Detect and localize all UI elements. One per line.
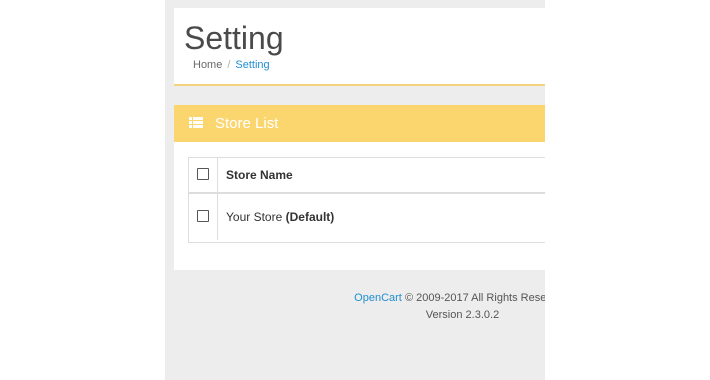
store-table: Store Name Your Store (Default) — [188, 157, 545, 243]
select-all-cell — [189, 158, 218, 192]
page-title: Setting — [184, 20, 284, 56]
list-icon — [189, 117, 203, 128]
panel-title: Store List — [215, 115, 279, 132]
table-header-row: Store Name — [189, 158, 545, 194]
breadcrumb: Home / Setting — [193, 59, 270, 71]
footer-version: Version 2.3.0.2 — [425, 309, 500, 321]
admin-viewport: Setting Home / Setting Store List Store Na… — [165, 0, 545, 380]
column-header-store-name[interactable]: Store Name — [226, 168, 293, 182]
store-name: Your Store — [226, 210, 283, 224]
opencart-link[interactable]: OpenCart — [354, 292, 402, 304]
row-select-checkbox[interactable] — [197, 210, 209, 222]
footer-copyright-line: OpenCart © 2009-2017 All Rights Reserved… — [165, 290, 545, 307]
row-select-cell — [189, 194, 218, 240]
page-header: Setting Home / Setting — [174, 8, 545, 86]
breadcrumb-setting-link[interactable]: Setting — [235, 59, 269, 71]
store-name-cell: Your Store (Default) — [226, 210, 334, 224]
footer: OpenCart © 2009-2017 All Rights Reserved… — [165, 290, 545, 324]
store-list-panel: Store List Store Name Your Store (Defaul… — [174, 105, 545, 270]
select-all-checkbox[interactable] — [197, 168, 209, 180]
footer-copyright: © 2009-2017 All Rights Reserved. — [404, 292, 545, 304]
panel-heading: Store List — [174, 105, 545, 142]
breadcrumb-home-link[interactable]: Home — [193, 59, 222, 71]
breadcrumb-separator: / — [227, 59, 231, 71]
default-store-tag: (Default) — [285, 210, 335, 224]
table-row: Your Store (Default) — [189, 194, 545, 240]
